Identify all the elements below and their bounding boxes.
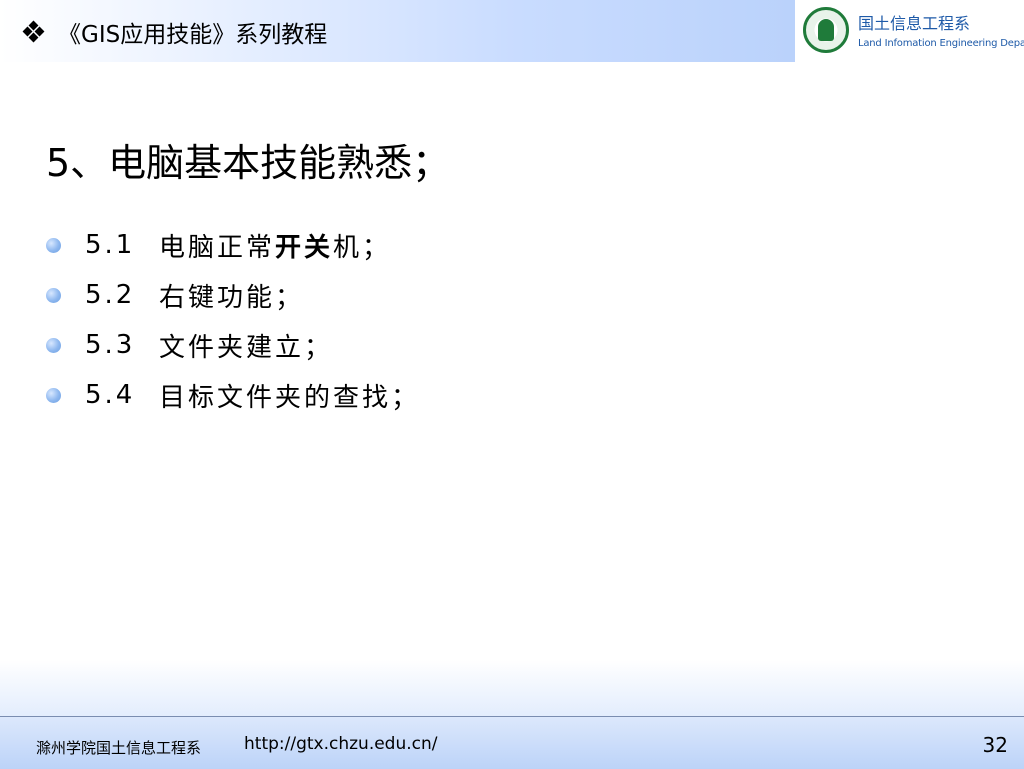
footer-fade bbox=[0, 660, 1024, 716]
bullet-text: 右键功能； bbox=[159, 282, 305, 313]
bullet-dot-icon bbox=[46, 237, 61, 253]
slide-title: 5、电脑基本技能熟悉； bbox=[46, 141, 451, 185]
bullet-text: 目标文件夹的查找； bbox=[159, 382, 421, 413]
logo-name-en: Land Infomation Engineering Department bbox=[858, 38, 1024, 49]
university-seal-icon bbox=[803, 7, 849, 53]
bullet-number: 5.4 bbox=[85, 380, 136, 410]
footer-department: 滁州学院国土信息工程系 bbox=[36, 739, 202, 757]
header-title-text: 《GIS应用技能》系列教程 bbox=[58, 22, 328, 48]
bullet-text: 电脑正常 bbox=[159, 232, 276, 263]
bullet-item: 5.4 目标文件夹的查找； bbox=[46, 370, 420, 420]
bullet-dot-icon bbox=[46, 387, 61, 403]
bullet-item: 5.3 文件夹建立； bbox=[46, 320, 420, 370]
bullet-dot-icon bbox=[46, 287, 61, 303]
header-title: 《GIS应用技能》系列教程 bbox=[22, 15, 328, 49]
bullet-number: 5.2 bbox=[85, 280, 136, 310]
bullet-item: 5.1 电脑正常 开关 机； bbox=[46, 220, 420, 270]
footer-url-link[interactable]: http://gtx.chzu.edu.cn/ bbox=[244, 734, 438, 754]
diamond-bullet-icon bbox=[22, 20, 45, 43]
bullet-number: 5.1 bbox=[85, 230, 136, 260]
bullet-dot-icon bbox=[46, 337, 61, 353]
department-logo: 国土信息工程系 Land Infomation Engineering Depa… bbox=[800, 4, 1024, 60]
bullet-item: 5.2 右键功能； bbox=[46, 270, 420, 320]
bullet-text: 文件夹建立； bbox=[159, 332, 334, 363]
page-number: 32 bbox=[982, 733, 1008, 757]
bullet-number: 5.3 bbox=[85, 330, 136, 360]
bullet-text-bold: 开关 bbox=[275, 232, 334, 263]
logo-name-cn: 国土信息工程系 bbox=[858, 14, 971, 33]
bullet-list: 5.1 电脑正常 开关 机； 5.2 右键功能； 5.3 文件夹建立； 5.4 目标… bbox=[46, 220, 420, 420]
bullet-text-end: 机； bbox=[333, 232, 392, 263]
